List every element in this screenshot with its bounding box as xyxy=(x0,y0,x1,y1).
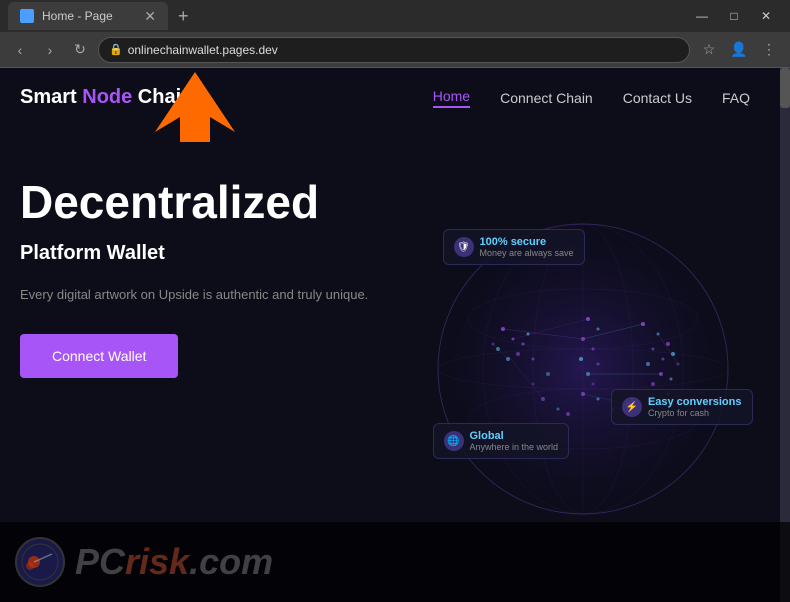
global-badge-title: Global xyxy=(470,430,559,442)
refresh-button[interactable]: ↻ xyxy=(68,38,92,62)
bookmark-button[interactable]: ☆ xyxy=(696,37,722,63)
menu-button[interactable]: ⋮ xyxy=(756,37,782,63)
conversions-badge-title: Easy conversions xyxy=(648,396,742,408)
tab-close-button[interactable]: ✕ xyxy=(144,8,156,25)
pcrisk-risk: risk xyxy=(125,541,189,582)
conversions-badge-content: Easy conversions Crypto for cash xyxy=(648,396,742,418)
globe-container: 🛡 100% secure Money are always save ⚡ Ea… xyxy=(413,199,753,539)
pcrisk-watermark: PCrisk.com xyxy=(0,522,790,602)
lock-icon: 🔒 xyxy=(109,43,123,56)
back-button[interactable]: ‹ xyxy=(8,38,32,62)
toolbar-actions: ☆ 👤 ⋮ xyxy=(696,37,782,63)
conversions-badge-sub: Crypto for cash xyxy=(648,408,742,418)
nav-contact-us[interactable]: Contact Us xyxy=(623,90,692,106)
forward-button[interactable]: › xyxy=(38,38,62,62)
profile-button[interactable]: 👤 xyxy=(726,37,752,63)
feature-badge-conversions: ⚡ Easy conversions Crypto for cash xyxy=(611,389,753,425)
address-bar[interactable]: 🔒 onlinechainwallet.pages.dev xyxy=(98,37,690,63)
pcrisk-logo xyxy=(15,537,65,587)
site-navigation: Smart Node Chain Home Connect Chain Cont… xyxy=(0,68,790,127)
global-icon: 🌐 xyxy=(444,431,464,451)
tab-title: Home - Page xyxy=(42,9,113,23)
secure-badge-content: 100% secure Money are always save xyxy=(480,236,574,258)
logo-smart: Smart xyxy=(20,86,82,108)
feature-badge-global: 🌐 Global Anywhere in the world xyxy=(433,423,570,459)
tab-favicon xyxy=(20,9,34,23)
secure-icon: 🛡 xyxy=(454,237,474,257)
pcrisk-pc: PC xyxy=(75,541,125,582)
nav-links: Home Connect Chain Contact Us FAQ xyxy=(433,88,770,108)
connect-wallet-button[interactable]: Connect Wallet xyxy=(20,334,178,378)
browser-toolbar: ‹ › ↻ 🔒 onlinechainwallet.pages.dev ☆ 👤 … xyxy=(0,32,790,68)
browser-chrome: Home - Page ✕ + — □ ✕ ‹ › ↻ 🔒 onlinechai… xyxy=(0,0,790,68)
url-text: onlinechainwallet.pages.dev xyxy=(128,43,278,57)
close-button[interactable]: ✕ xyxy=(750,0,782,32)
pcrisk-text: PCrisk.com xyxy=(75,541,273,583)
browser-tab[interactable]: Home - Page ✕ xyxy=(8,2,168,30)
new-tab-button[interactable]: + xyxy=(172,6,195,27)
minimize-button[interactable]: — xyxy=(686,0,718,32)
conversions-icon: ⚡ xyxy=(622,397,642,417)
pcrisk-com: .com xyxy=(189,541,273,582)
window-controls: — □ ✕ xyxy=(686,0,782,32)
global-badge-sub: Anywhere in the world xyxy=(470,442,559,452)
hero-title: Decentralized xyxy=(20,177,395,228)
nav-home[interactable]: Home xyxy=(433,88,470,108)
logo-node: Node xyxy=(82,86,132,108)
secure-badge-sub: Money are always save xyxy=(480,248,574,258)
nav-faq[interactable]: FAQ xyxy=(722,90,750,106)
maximize-button[interactable]: □ xyxy=(718,0,750,32)
secure-badge-title: 100% secure xyxy=(480,236,574,248)
browser-titlebar: Home - Page ✕ + — □ ✕ xyxy=(0,0,790,32)
website-content: Smart Node Chain Home Connect Chain Cont… xyxy=(0,68,790,602)
global-badge-content: Global Anywhere in the world xyxy=(470,430,559,452)
hero-description: Every digital artwork on Upside is authe… xyxy=(20,285,395,305)
feature-badge-secure: 🛡 100% secure Money are always save xyxy=(443,229,585,265)
hero-subtitle: Platform Wallet xyxy=(20,242,395,265)
nav-connect-chain[interactable]: Connect Chain xyxy=(500,90,593,106)
